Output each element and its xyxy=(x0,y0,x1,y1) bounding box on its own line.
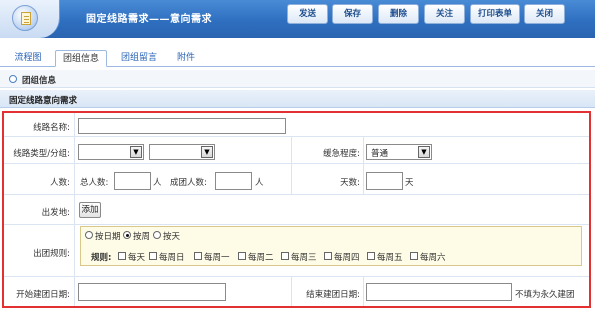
checkbox-wednesday[interactable] xyxy=(281,252,289,260)
checkbox-wednesday-label: 每周三 xyxy=(291,253,317,263)
total-people-unit: 人 xyxy=(153,178,162,188)
section-header: 团组信息 xyxy=(0,70,595,88)
people-row: 人数: 总人数: 人 成团人数: 人 天数: 天 xyxy=(4,164,589,195)
add-departure-button[interactable]: 添加 xyxy=(79,202,101,218)
tab-group-info[interactable]: 团组信息 xyxy=(55,50,107,67)
checkbox-tuesday-label: 每周二 xyxy=(248,253,274,263)
group-size-input[interactable] xyxy=(215,172,252,190)
checkbox-saturday[interactable] xyxy=(410,252,418,260)
route-type-row: 线路类型/分组: ▼ ▼ 缓急程度: 普通 ▼ xyxy=(4,137,589,164)
total-people-input[interactable] xyxy=(114,172,151,190)
checkbox-tuesday[interactable] xyxy=(238,252,246,260)
rule-options-box: 按日期 按周 按天 规则: 每天 每周日 每周一 每周二 每周三 每周四 每周五… xyxy=(80,226,582,266)
checkbox-daily[interactable] xyxy=(118,252,126,260)
close-button[interactable]: 关闭 xyxy=(524,4,565,24)
radio-by-week-label: 按周 xyxy=(133,232,151,242)
checkbox-friday-label: 每周五 xyxy=(377,253,403,263)
days-unit: 天 xyxy=(405,178,414,188)
radio-by-day-label: 按天 xyxy=(163,232,181,242)
route-name-row: 线路名称: xyxy=(4,113,589,137)
route-type-select[interactable]: ▼ xyxy=(78,144,144,160)
tab-group-messages[interactable]: 团组留言 xyxy=(113,50,165,67)
radio-by-day[interactable] xyxy=(153,231,161,239)
cell-divider xyxy=(363,277,364,306)
tab-flowchart[interactable]: 流程图 xyxy=(6,50,50,67)
rule-sub-label: 规则: xyxy=(91,253,112,263)
urgency-select[interactable]: 普通 ▼ xyxy=(366,144,432,160)
checkbox-saturday-label: 每周六 xyxy=(420,253,446,263)
chevron-down-icon: ▼ xyxy=(418,146,430,158)
checkbox-daily-label: 每天 xyxy=(128,253,146,263)
top-header: 固定线路需求——意向需求 发送 保存 删除 关注 打印表单 关闭 xyxy=(0,0,595,38)
section-title: 团组信息 xyxy=(22,76,57,86)
start-date-input[interactable] xyxy=(78,283,226,301)
print-form-button[interactable]: 打印表单 xyxy=(470,4,520,24)
urgency-value: 普通 xyxy=(371,149,389,159)
subsection-title: 固定线路意向需求 xyxy=(9,96,78,106)
checkbox-monday[interactable] xyxy=(194,252,202,260)
urgency-label: 缓急程度: xyxy=(323,149,360,159)
radio-by-week[interactable] xyxy=(123,231,131,239)
cell-divider xyxy=(363,137,364,164)
document-icon xyxy=(12,5,38,31)
route-type-label: 线路类型/分组: xyxy=(13,149,70,159)
delete-button[interactable]: 删除 xyxy=(378,4,419,24)
form-panel: 线路名称: 线路类型/分组: ▼ ▼ 缓急程度: 普通 ▼ 人数: 总人数: 人… xyxy=(2,111,591,308)
send-button[interactable]: 发送 xyxy=(287,4,328,24)
route-group-select[interactable]: ▼ xyxy=(149,144,215,160)
end-date-input[interactable] xyxy=(366,283,512,301)
cell-divider xyxy=(291,277,292,306)
people-label: 人数: xyxy=(50,178,70,188)
departure-row: 出发地: 添加 xyxy=(4,195,589,225)
page-title: 固定线路需求——意向需求 xyxy=(86,14,212,25)
tab-attachments[interactable]: 附件 xyxy=(170,50,202,67)
radio-by-date-label: 按日期 xyxy=(95,232,121,242)
cell-divider xyxy=(363,164,364,195)
circle-icon xyxy=(9,75,17,83)
logo-area xyxy=(0,0,60,38)
checkbox-monday-label: 每周一 xyxy=(204,253,230,263)
cell-divider xyxy=(291,164,292,195)
rule-label: 出团规则: xyxy=(33,249,70,259)
checkbox-sunday-label: 每周日 xyxy=(159,253,185,263)
save-button[interactable]: 保存 xyxy=(332,4,373,24)
total-people-label: 总人数: xyxy=(80,178,109,188)
tab-bar: 流程图 团组信息 团组留言 附件 xyxy=(0,46,595,67)
end-date-hint: 不填为永久建团 xyxy=(515,290,575,300)
chevron-down-icon: ▼ xyxy=(201,146,213,158)
subsection-header: 固定线路意向需求 xyxy=(0,90,595,108)
checkbox-sunday[interactable] xyxy=(149,252,157,260)
group-size-label: 成团人数: xyxy=(170,178,207,188)
follow-button[interactable]: 关注 xyxy=(424,4,465,24)
route-name-label: 线路名称: xyxy=(33,123,70,133)
group-size-unit: 人 xyxy=(255,178,264,188)
days-input[interactable] xyxy=(366,172,403,190)
cell-divider xyxy=(291,137,292,164)
end-date-label: 结束建团日期: xyxy=(306,290,360,300)
days-label: 天数: xyxy=(340,178,360,188)
chevron-down-icon: ▼ xyxy=(130,146,142,158)
departure-label: 出发地: xyxy=(41,208,70,218)
checkbox-thursday[interactable] xyxy=(324,252,332,260)
checkbox-friday[interactable] xyxy=(367,252,375,260)
date-row: 开始建团日期: 结束建团日期: 不填为永久建团 xyxy=(4,277,589,306)
radio-by-date[interactable] xyxy=(85,231,93,239)
start-date-label: 开始建团日期: xyxy=(16,290,70,300)
route-name-input[interactable] xyxy=(78,118,286,134)
checkbox-thursday-label: 每周四 xyxy=(334,253,360,263)
